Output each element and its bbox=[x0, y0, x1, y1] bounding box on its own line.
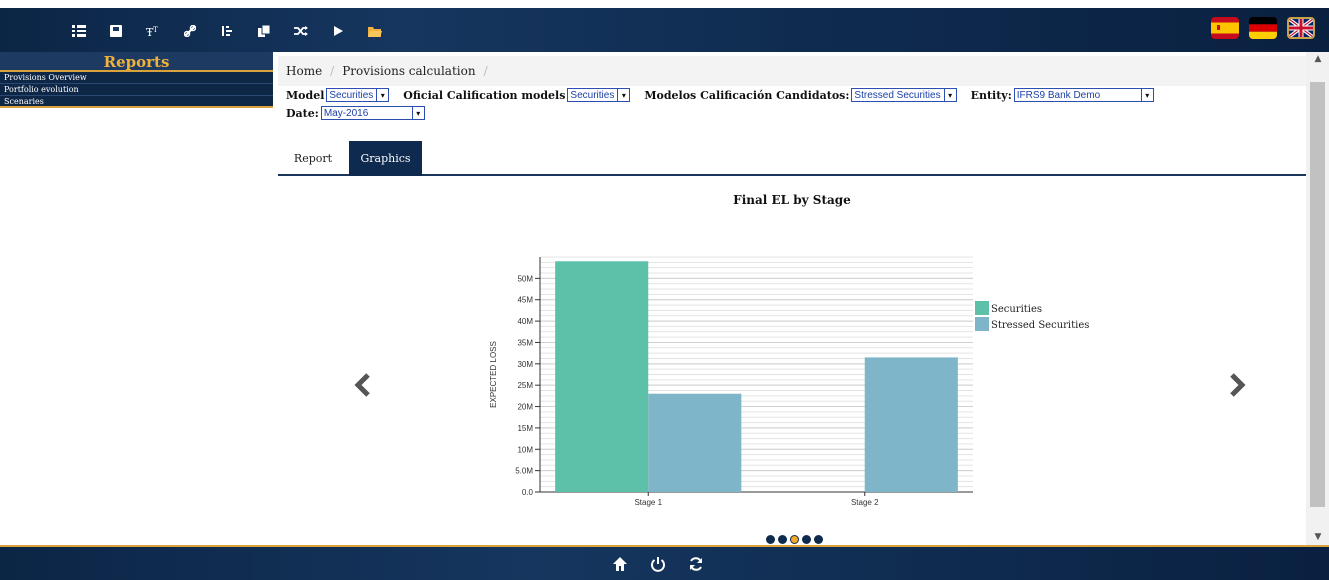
oficial-models-select[interactable]: Securities ▾ bbox=[567, 88, 631, 102]
save-icon[interactable] bbox=[97, 18, 134, 44]
oficial-models-select-value: Securities bbox=[570, 89, 615, 101]
y-tick-label: 50M bbox=[517, 274, 533, 283]
entity-label: Entity: bbox=[970, 88, 1012, 102]
shuffle-icon[interactable] bbox=[282, 18, 319, 44]
bar-chart: 0.0 5.0M 10M 15M 20M 25M 30M 35M 40M 45M 50M EXPECT… bbox=[489, 256, 1089, 507]
next-slide-button[interactable] bbox=[1222, 372, 1252, 398]
y-tick-label: 20M bbox=[517, 403, 533, 412]
legend-label: Securities bbox=[991, 304, 1042, 315]
legend-label: Stressed Securities bbox=[991, 320, 1089, 331]
power-icon[interactable] bbox=[650, 556, 666, 572]
model-select-value: Securities bbox=[329, 89, 374, 101]
tab-report[interactable]: Report bbox=[286, 141, 340, 176]
text-size-icon[interactable]: ŦT bbox=[134, 18, 171, 44]
breadcrumb-current[interactable]: Provisions calculation bbox=[342, 64, 475, 78]
refresh-icon[interactable] bbox=[688, 556, 704, 572]
list-icon[interactable] bbox=[60, 18, 97, 44]
sidebar-item-scenaries[interactable]: Scenaries bbox=[0, 96, 273, 108]
reports-sidebar: Reports Provisions Overview Portfolio ev… bbox=[0, 52, 273, 108]
model-label: Model bbox=[286, 88, 325, 102]
footer-bar bbox=[0, 545, 1329, 580]
chevron-down-icon: ▾ bbox=[1140, 89, 1153, 101]
spain-flag-icon[interactable] bbox=[1211, 17, 1239, 39]
candidatos-select[interactable]: Stressed Securities ▾ bbox=[851, 88, 957, 102]
model-select[interactable]: Securities ▾ bbox=[326, 88, 390, 102]
y-tick-label: 5.0M bbox=[515, 467, 533, 476]
candidatos-select-value: Stressed Securities bbox=[854, 89, 941, 101]
y-tick-label: 30M bbox=[517, 360, 533, 369]
breadcrumb: Home / Provisions calculation / bbox=[278, 56, 1306, 86]
y-tick-label: 45M bbox=[517, 296, 533, 305]
previous-slide-button[interactable] bbox=[348, 372, 378, 398]
chevron-down-icon: ▾ bbox=[376, 89, 388, 101]
bar-securities[interactable] bbox=[555, 261, 649, 492]
chevron-down-icon: ▾ bbox=[617, 89, 629, 101]
home-icon[interactable] bbox=[612, 556, 628, 572]
date-select-value: May-2016 bbox=[323, 107, 369, 119]
language-flags bbox=[1211, 17, 1315, 39]
candidatos-label: Modelos Calificación Candidatos: bbox=[644, 88, 850, 102]
chevron-left-icon bbox=[354, 373, 370, 397]
scroll-down-icon[interactable]: ▼ bbox=[1312, 532, 1324, 542]
entity-select[interactable]: IFRS9 Bank Demo ▾ bbox=[1013, 88, 1154, 102]
uk-flag-icon[interactable] bbox=[1287, 17, 1315, 39]
bar-stressed-securities[interactable] bbox=[648, 393, 742, 492]
y-tick-label: 40M bbox=[517, 317, 533, 326]
sidebar-title: Reports bbox=[0, 52, 273, 72]
vertical-scrollbar[interactable]: ▲ ▼ bbox=[1306, 52, 1329, 546]
breadcrumb-home[interactable]: Home bbox=[286, 64, 322, 78]
svg-text:T: T bbox=[153, 26, 158, 34]
scroll-up-icon[interactable]: ▲ bbox=[1312, 54, 1324, 64]
chevron-down-icon: ▾ bbox=[943, 89, 956, 101]
copy-icon[interactable] bbox=[245, 18, 282, 44]
legend-swatch bbox=[975, 301, 989, 315]
y-axis-label: EXPECTED LOSS bbox=[489, 341, 498, 408]
bar-stressed-securities[interactable] bbox=[864, 357, 958, 492]
play-icon[interactable] bbox=[319, 18, 356, 44]
y-tick-label: 10M bbox=[517, 445, 533, 454]
date-select[interactable]: May-2016 ▾ bbox=[320, 106, 425, 120]
carousel-dot[interactable] bbox=[790, 535, 799, 544]
chevron-right-icon bbox=[1230, 373, 1246, 397]
chart-container: Final EL by Stage 0.0 5.0M 10M 15M 20M 25M 30M… bbox=[278, 185, 1306, 545]
sidebar-item-portfolio-evolution[interactable]: Portfolio evolution bbox=[0, 84, 273, 96]
toolbar-icons: ŦT bbox=[60, 18, 393, 44]
folder-icon[interactable] bbox=[356, 18, 393, 44]
carousel-dot[interactable] bbox=[766, 535, 775, 544]
footer-icons bbox=[612, 556, 704, 572]
filters: Model Securities ▾ Oficial Calification m… bbox=[278, 86, 1306, 122]
y-tick-label: 15M bbox=[517, 424, 533, 433]
x-tick-label: Stage 2 bbox=[851, 498, 879, 507]
main-content: Home / Provisions calculation / Model Se… bbox=[278, 56, 1306, 176]
breadcrumb-separator: / bbox=[483, 64, 488, 78]
y-tick-label: 0.0 bbox=[522, 488, 534, 497]
tab-bar: Report Graphics bbox=[278, 140, 1306, 176]
carousel-dot[interactable] bbox=[814, 535, 823, 544]
sort-icon[interactable] bbox=[208, 18, 245, 44]
tab-graphics[interactable]: Graphics bbox=[349, 141, 422, 176]
sidebar-item-provisions-overview[interactable]: Provisions Overview bbox=[0, 72, 273, 84]
carousel-dot[interactable] bbox=[802, 535, 811, 544]
date-label: Date: bbox=[286, 106, 319, 120]
scroll-thumb[interactable] bbox=[1310, 82, 1325, 507]
x-tick-label: Stage 1 bbox=[634, 498, 662, 507]
top-toolbar: ŦT bbox=[0, 0, 1329, 52]
y-tick-label: 25M bbox=[517, 381, 533, 390]
entity-select-value: IFRS9 Bank Demo bbox=[1016, 89, 1101, 101]
y-tick-label: 35M bbox=[517, 338, 533, 347]
carousel-dot[interactable] bbox=[778, 535, 787, 544]
carousel-indicators bbox=[766, 535, 823, 544]
germany-flag-icon[interactable] bbox=[1249, 17, 1277, 39]
link-icon[interactable] bbox=[171, 18, 208, 44]
chevron-down-icon: ▾ bbox=[411, 107, 424, 119]
oficial-models-label: Oficial Calification models bbox=[403, 88, 566, 102]
breadcrumb-separator: / bbox=[330, 64, 335, 78]
legend-swatch bbox=[975, 317, 989, 331]
